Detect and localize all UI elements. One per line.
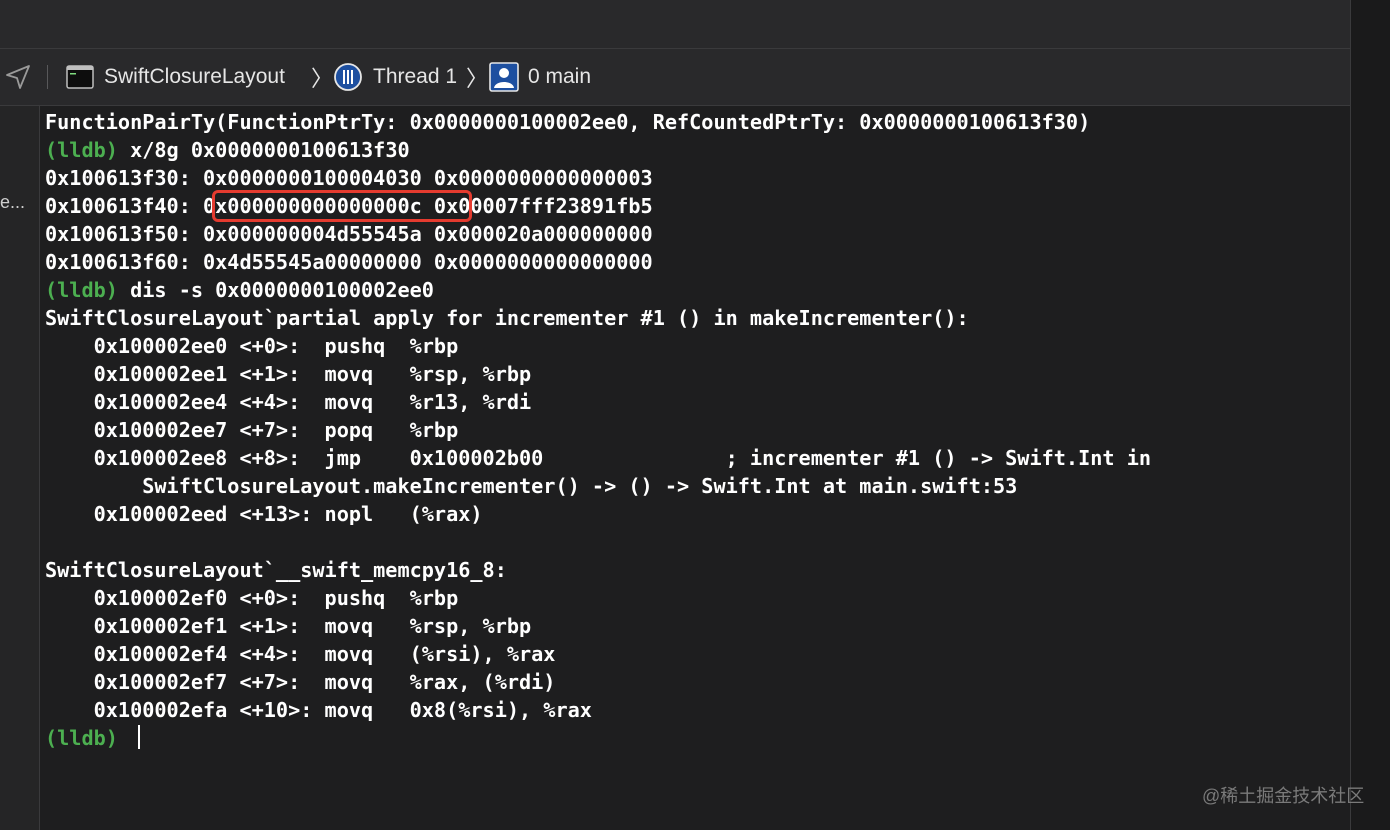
left-variables-pane: e... <box>0 106 40 830</box>
console-line-text: 0x100613f30: 0x0000000100004030 0x000000… <box>45 166 653 190</box>
lldb-prompt: (lldb) <box>45 726 118 750</box>
console-line: 0x100002ee0 <+0>: pushq %rbp <box>45 332 1345 360</box>
console-line-text <box>118 726 130 750</box>
highlight-box <box>212 190 472 222</box>
console-line: 0x100002efa <+10>: movq 0x8(%rsi), %rax <box>45 696 1345 724</box>
location-arrow-icon[interactable] <box>4 49 32 105</box>
console-line: 0x100613f30: 0x0000000100004030 0x000000… <box>45 164 1345 192</box>
console-line: (lldb) dis -s 0x0000000100002ee0 <box>45 276 1345 304</box>
console-line: 0x100002ef0 <+0>: pushq %rbp <box>45 584 1345 612</box>
console-line: 0x100613f60: 0x4d55545a00000000 0x000000… <box>45 248 1345 276</box>
console-line-text: 0x100002eed <+13>: nopl (%rax) <box>45 502 483 526</box>
console-line: 0x100002ee4 <+4>: movq %r13, %rdi <box>45 388 1345 416</box>
jumpbar-thread-label: Thread 1 <box>373 65 458 88</box>
stack-frame-user-icon <box>489 62 519 92</box>
console-line-text: FunctionPairTy(FunctionPtrTy: 0x00000001… <box>45 110 1091 134</box>
console-line: (lldb) <box>45 724 1345 752</box>
thread-icon <box>334 63 362 91</box>
top-toolbar-strip <box>0 0 1350 49</box>
watermark-text: @稀土掘金技术社区 <box>1202 786 1365 806</box>
jumpbar-project-label: SwiftClosureLayout <box>104 65 285 88</box>
console-line-text: SwiftClosureLayout`partial apply for inc… <box>45 306 969 330</box>
console-line-text: 0x100002ef1 <+1>: movq %rsp, %rbp <box>45 614 532 638</box>
debug-jump-bar: SwiftClosureLayout 〉 Thread 1 〉 0 main <box>0 49 1350 106</box>
console-line-text: 0x100002ee8 <+8>: jmp 0x100002b00 ; incr… <box>45 446 1152 470</box>
console-line: SwiftClosureLayout`partial apply for inc… <box>45 304 1345 332</box>
jumpbar-frame-item[interactable]: 0 main <box>489 49 591 105</box>
chevron-right-icon: 〉 <box>311 66 334 91</box>
console-line-text: 0x100002ef7 <+7>: movq %rax, (%rdi) <box>45 670 556 694</box>
console-line: 0x100002eed <+13>: nopl (%rax) <box>45 500 1345 528</box>
console-line-text: 0x100613f60: 0x4d55545a00000000 0x000000… <box>45 250 653 274</box>
console-line: 0x100002ef4 <+4>: movq (%rsi), %rax <box>45 640 1345 668</box>
jumpbar-project-item[interactable]: SwiftClosureLayout <box>66 49 285 105</box>
right-inspector-edge <box>1350 0 1390 830</box>
jumpbar-frame-label: 0 main <box>528 65 592 88</box>
console-line-text: 0x100002ef0 <+0>: pushq %rbp <box>45 586 459 610</box>
jumpbar-divider <box>47 65 48 89</box>
console-line-text: 0x100002ee4 <+4>: movq %r13, %rdi <box>45 390 532 414</box>
console-line: 0x100002ef1 <+1>: movq %rsp, %rbp <box>45 612 1345 640</box>
console-line: 0x100002ee8 <+8>: jmp 0x100002b00 ; incr… <box>45 444 1345 472</box>
terminal-app-icon <box>66 65 94 89</box>
console-line-text: SwiftClosureLayout`__swift_memcpy16_8: <box>45 558 507 582</box>
console-line-text: 0x100002efa <+10>: movq 0x8(%rsi), %rax <box>45 698 592 722</box>
console-line-text: 0x100002ee7 <+7>: popq %rbp <box>45 418 459 442</box>
console-line-text: SwiftClosureLayout.makeIncrementer() -> … <box>45 474 1018 498</box>
console-line-text: x/8g 0x0000000100613f30 <box>117 138 410 162</box>
console-line: 0x100002ee7 <+7>: popq %rbp <box>45 416 1345 444</box>
console-line-text: 0x100002ef4 <+4>: movq (%rsi), %rax <box>45 642 556 666</box>
text-cursor <box>138 725 141 749</box>
console-line: FunctionPairTy(FunctionPtrTy: 0x00000001… <box>45 108 1345 136</box>
jumpbar-thread-item[interactable]: Thread 1 <box>333 49 457 105</box>
console-line: 0x100002ee1 <+1>: movq %rsp, %rbp <box>45 360 1345 388</box>
truncated-variable-label: e... <box>0 192 26 212</box>
console-line: 0x100613f50: 0x000000004d55545a 0x000020… <box>45 220 1345 248</box>
console-line-text: 0x100002ee0 <+0>: pushq %rbp <box>45 334 459 358</box>
lldb-prompt: (lldb) <box>45 138 118 162</box>
console-line: SwiftClosureLayout`__swift_memcpy16_8: <box>45 556 1345 584</box>
console-line-text: 0x100002ee1 <+1>: movq %rsp, %rbp <box>45 362 532 386</box>
console-line: 0x100002ef7 <+7>: movq %rax, (%rdi) <box>45 668 1345 696</box>
console-line-text: dis -s 0x0000000100002ee0 <box>117 278 434 302</box>
console-line: (lldb) x/8g 0x0000000100613f30 <box>45 136 1345 164</box>
chevron-right-icon: 〉 <box>466 66 489 91</box>
lldb-prompt: (lldb) <box>45 278 118 302</box>
console-line-text: 0x100613f50: 0x000000004d55545a 0x000020… <box>45 222 653 246</box>
console-line: SwiftClosureLayout.makeIncrementer() -> … <box>45 472 1345 500</box>
